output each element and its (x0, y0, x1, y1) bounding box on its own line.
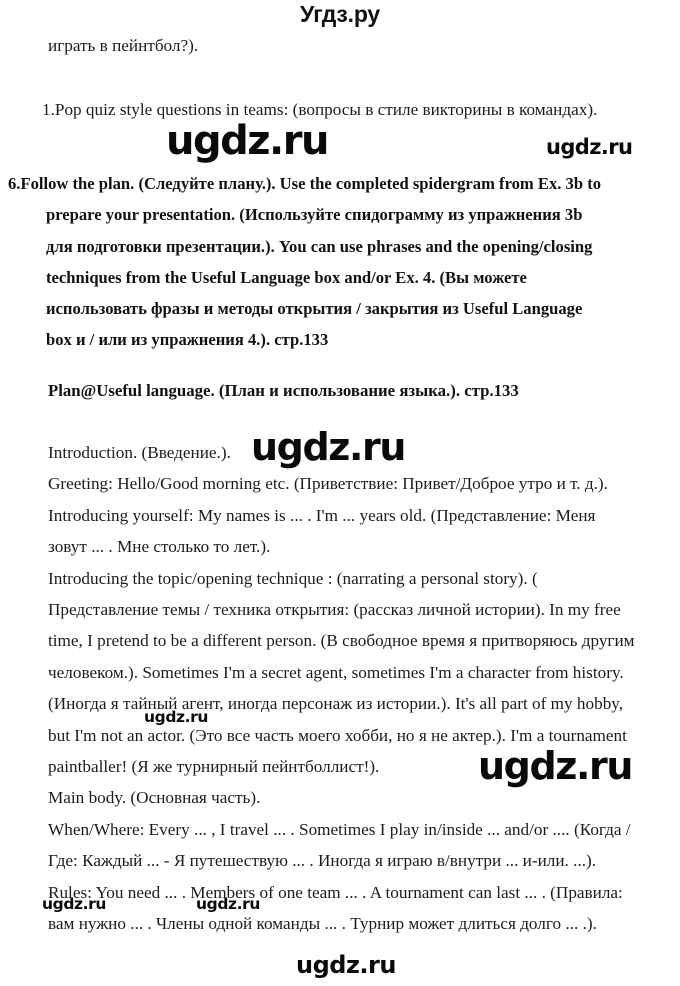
exercise-6-line-1: 6.Follow the plan. (Следуйте плану.). Us… (8, 174, 602, 193)
plan-line: Introducing yourself: My names is ... . … (48, 505, 596, 525)
plan-line: Introducing the topic/opening technique … (48, 568, 538, 588)
plan-line: Где: Каждый ... - Я путешествую ... . Ин… (48, 851, 597, 871)
exercise-6-block: 6.Follow the plan. (Следуйте плану.). Us… (8, 168, 670, 356)
exercise-6-line-3: для подготовки презентации.). You can us… (46, 236, 593, 256)
plan-line: человеком.). Sometimes I'm a secret agen… (48, 662, 624, 682)
plan-line: Представление темы / техника открытия: (… (48, 600, 621, 620)
plan-line: When/Where: Every ... , I travel ... . S… (48, 819, 631, 839)
watermark-ugdz: ugdz.ru (166, 118, 329, 164)
exercise-6-line-4: techniques from the Useful Language box … (46, 267, 527, 287)
watermark-ugdz: ugdz.ru (251, 425, 406, 469)
watermark-ugdz: ugdz.ru (546, 135, 633, 159)
watermark-ugdz: ugdz.ru (144, 708, 209, 726)
plan-line: (Иногда я тайный агент, иногда персонаж … (48, 694, 624, 714)
document-page: Угдз.ру играть в пейнтбол?). 1.Pop quiz … (0, 0, 680, 986)
plan-body-block: Introduction. (Введение.). Greeting: Hel… (48, 437, 664, 940)
watermark-ugdz: ugdz.ru (296, 951, 396, 979)
exercise-6-line-6: box и / или из упражнения 4.). стр.133 (46, 330, 329, 350)
exercise-6-line-2: prepare your presentation. (Используйте … (46, 205, 583, 225)
plan-line: Rules: You need ... . Members of one tea… (48, 882, 623, 902)
site-header-title: Угдз.ру (300, 1, 380, 27)
plan-heading: Plan@Useful language. (План и использова… (48, 381, 519, 400)
plan-line: time, I pretend to be a different person… (48, 631, 635, 651)
watermark-ugdz: ugdz.ru (42, 895, 107, 913)
watermark-ugdz: ugdz.ru (478, 744, 633, 788)
exercise-6-line-5: использовать фразы и методы открытия / з… (46, 299, 583, 319)
plan-line: вам нужно ... . Члены одной команды ... … (48, 914, 597, 934)
list-item-1: 1.Pop quiz style questions in teams: (во… (42, 100, 598, 119)
continuation-line: играть в пейнтбол?). (48, 36, 199, 55)
plan-line: зовут ... . Мне столько то лет.). (48, 537, 271, 557)
watermark-ugdz: ugdz.ru (196, 895, 261, 913)
plan-line: Greeting: Hello/Good morning etc. (Приве… (48, 474, 608, 494)
